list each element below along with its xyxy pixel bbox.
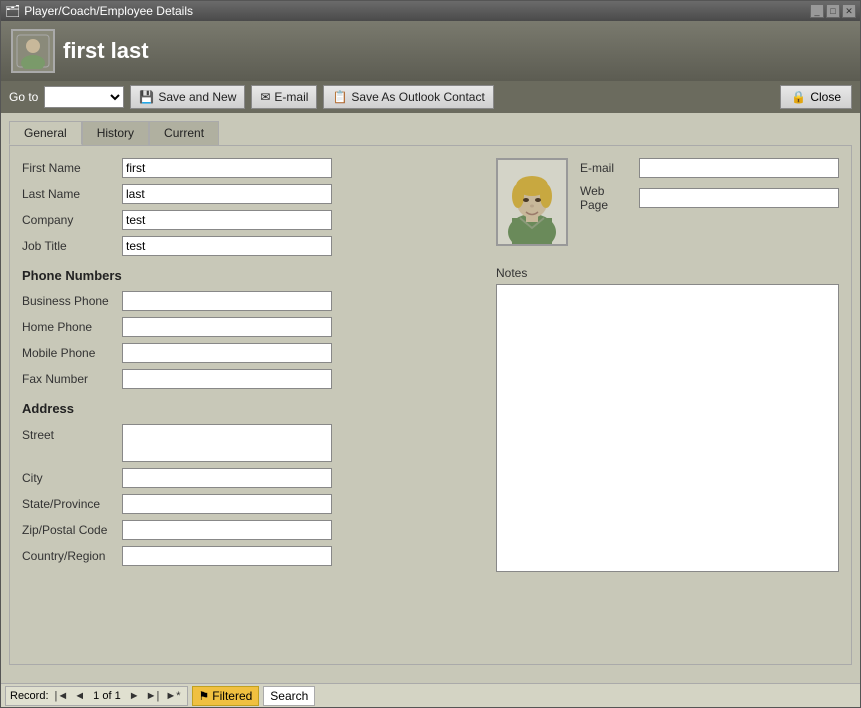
email-button[interactable]: ✉ E-mail [251,85,317,109]
notes-textarea[interactable] [496,284,839,572]
title-bar-left: 🗂 Player/Coach/Employee Details [5,4,193,18]
country-input[interactable] [122,546,332,566]
zip-row: Zip/Postal Code [22,520,476,540]
company-input[interactable] [122,210,332,230]
app-icon: 🗂 [5,4,20,18]
home-phone-input[interactable] [122,317,332,337]
web-page-label: Web Page [580,184,635,212]
content-area: General History Current First Name Last … [1,113,860,707]
country-row: Country/Region [22,546,476,566]
job-title-row: Job Title [22,236,476,256]
new-record-button[interactable]: ►* [163,690,182,702]
last-name-input[interactable] [122,184,332,204]
business-phone-input[interactable] [122,291,332,311]
first-name-input[interactable] [122,158,332,178]
last-record-button[interactable]: ►| [144,690,162,702]
street-row: Street [22,424,476,462]
mobile-phone-input[interactable] [122,343,332,363]
minimize-button[interactable]: _ [810,4,824,18]
street-input[interactable] [122,424,332,462]
first-name-row: First Name [22,158,476,178]
tab-content-general: First Name Last Name Company Job Title [9,145,852,665]
fax-number-row: Fax Number [22,369,476,389]
fax-number-input[interactable] [122,369,332,389]
tab-general[interactable]: General [9,121,82,145]
status-bar: Record: |◄ ◄ 1 of 1 ► ►| ►* ⚑ Filtered S… [1,683,860,707]
job-title-input[interactable] [122,236,332,256]
first-record-button[interactable]: |◄ [53,690,71,702]
close-icon: 🔒 [791,90,806,104]
photo-email-row: E-mail Web Page [496,158,839,256]
title-bar: 🗂 Player/Coach/Employee Details _ □ ✕ [1,1,860,21]
filtered-badge: ⚑ Filtered [192,686,260,706]
first-name-label: First Name [22,161,122,175]
form-grid: First Name Last Name Company Job Title [22,158,839,572]
company-label: Company [22,213,122,227]
goto-label: Go to [9,90,38,104]
street-label: Street [22,428,122,442]
email-input[interactable] [639,158,839,178]
tabs: General History Current [9,121,852,145]
right-panel: E-mail Web Page Notes [496,158,839,572]
mobile-phone-label: Mobile Phone [22,346,122,360]
email-web-section: E-mail Web Page [580,158,839,256]
last-name-row: Last Name [22,184,476,204]
state-row: State/Province [22,494,476,514]
close-button[interactable]: 🔒 Close [780,85,852,109]
city-row: City [22,468,476,488]
record-icon [11,29,55,73]
home-phone-row: Home Phone [22,317,476,337]
window-title: Player/Coach/Employee Details [24,4,193,18]
state-label: State/Province [22,497,122,511]
phone-section-header: Phone Numbers [22,268,476,283]
city-label: City [22,471,122,485]
prev-record-button[interactable]: ◄ [72,690,87,702]
title-bar-controls: _ □ ✕ [810,4,856,18]
record-count: 1 of 1 [89,690,125,702]
search-field[interactable]: Search [263,686,315,706]
avatar-svg [498,160,566,244]
country-label: Country/Region [22,549,122,563]
address-section-header: Address [22,401,476,416]
tab-history[interactable]: History [82,121,149,145]
record-label: Record: [10,690,49,702]
city-input[interactable] [122,468,332,488]
toolbar: Go to 💾 Save and New ✉ E-mail 📋 Save As … [1,81,860,113]
web-page-input[interactable] [639,188,839,208]
web-row: Web Page [580,184,839,212]
header-area: first last [1,21,860,81]
email-icon: ✉ [260,90,270,104]
next-record-button[interactable]: ► [127,690,142,702]
home-phone-label: Home Phone [22,320,122,334]
company-row: Company [22,210,476,230]
goto-combo[interactable] [44,86,124,108]
tab-current[interactable]: Current [149,121,219,145]
business-phone-label: Business Phone [22,294,122,308]
email-row: E-mail [580,158,839,178]
mobile-phone-row: Mobile Phone [22,343,476,363]
form-left: First Name Last Name Company Job Title [22,158,476,572]
zip-input[interactable] [122,520,332,540]
save-new-button[interactable]: 💾 Save and New [130,85,245,109]
email-field-label: E-mail [580,161,635,175]
last-name-label: Last Name [22,187,122,201]
fax-number-label: Fax Number [22,372,122,386]
filtered-icon: ⚑ [199,689,210,703]
notes-label: Notes [496,266,839,280]
photo-area [496,158,568,246]
job-title-label: Job Title [22,239,122,253]
main-window: 🗂 Player/Coach/Employee Details _ □ ✕ fi… [0,0,861,708]
outlook-icon: 📋 [332,90,347,104]
record-title: first last [63,38,149,64]
record-navigator: Record: |◄ ◄ 1 of 1 ► ►| ►* [5,686,188,706]
save-outlook-button[interactable]: 📋 Save As Outlook Contact [323,85,493,109]
maximize-button[interactable]: □ [826,4,840,18]
state-input[interactable] [122,494,332,514]
save-new-icon: 💾 [139,90,154,104]
close-title-button[interactable]: ✕ [842,4,856,18]
zip-label: Zip/Postal Code [22,523,122,537]
business-phone-row: Business Phone [22,291,476,311]
